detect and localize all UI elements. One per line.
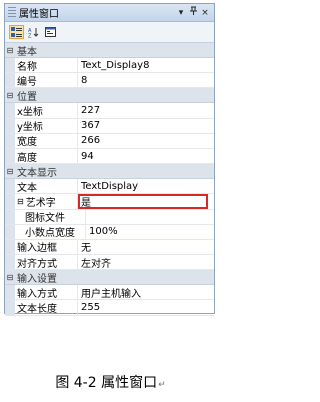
property-value[interactable]: Text_Display8 (78, 58, 214, 72)
category-position[interactable]: ⊟ 位置 (5, 88, 214, 104)
property-pages-icon[interactable] (43, 25, 58, 39)
property-name: y坐标 (15, 118, 78, 133)
title-bar[interactable]: 属性窗口 ▾ × (5, 4, 214, 22)
property-value[interactable]: TextDisplay (78, 179, 214, 193)
figure-caption: 图 4-2 属性窗口↵ (55, 375, 166, 391)
property-window: 属性窗口 ▾ × A Z ⊟ 基本 名称 Text_Display8 编号 8 … (4, 3, 215, 316)
property-name: x坐标 (15, 103, 78, 118)
property-name-art-text: ⊟ 艺术字 (15, 194, 78, 209)
property-value[interactable]: 266 (78, 134, 214, 148)
property-name: 对齐方式 (15, 255, 78, 270)
collapse-icon[interactable]: ⊟ (5, 46, 15, 55)
category-input-settings[interactable]: ⊟ 输入设置 (5, 270, 214, 286)
property-value[interactable]: 无 (78, 240, 214, 254)
property-name: 输入方式 (15, 285, 78, 300)
property-name: 文本长度 (15, 300, 78, 315)
property-row[interactable]: 宽度 266 (5, 133, 214, 149)
property-value[interactable]: 8 (78, 73, 214, 87)
property-row[interactable]: 输入边框 无 (5, 239, 214, 256)
collapse-icon[interactable]: ⊟ (5, 273, 15, 282)
property-row[interactable]: 对齐方式 左对齐 (5, 255, 214, 271)
property-name: 高度 (15, 148, 78, 164)
grip-icon[interactable] (8, 6, 16, 19)
category-text-display[interactable]: ⊟ 文本显示 (5, 164, 214, 180)
property-row[interactable]: 图标文件 (5, 209, 214, 225)
collapse-icon[interactable]: ⊟ (5, 91, 15, 100)
property-row[interactable]: x坐标 227 (5, 103, 214, 119)
property-name: 图标文件 (15, 209, 86, 224)
property-value[interactable]: 367 (78, 119, 214, 133)
toolbar: A Z (5, 22, 214, 43)
property-row[interactable]: y坐标 367 (5, 118, 214, 134)
property-value[interactable] (86, 210, 214, 224)
property-name: 输入边框 (15, 239, 78, 255)
close-icon[interactable]: × (199, 8, 211, 18)
property-row[interactable]: 输入方式 用户主机输入 (5, 285, 214, 301)
property-row[interactable]: ⊟ 艺术字 是 (5, 194, 214, 210)
property-name: 编号 (15, 73, 78, 88)
alphabetical-icon[interactable]: A Z (26, 25, 41, 39)
property-name: 小数点宽度 (15, 224, 86, 239)
property-row[interactable]: 小数点宽度 100% (5, 224, 214, 240)
svg-text:Z: Z (28, 33, 32, 38)
paragraph-mark: ↵ (158, 380, 166, 390)
dropdown-icon[interactable]: ▾ (175, 8, 187, 18)
property-row[interactable]: 编号 8 (5, 73, 214, 89)
property-value[interactable]: 255 (78, 300, 214, 314)
property-value[interactable]: 100% (86, 225, 214, 239)
categorized-icon[interactable] (9, 25, 24, 39)
property-row[interactable]: 名称 Text_Display8 (5, 58, 214, 74)
collapse-icon[interactable]: ⊟ (5, 167, 15, 176)
category-basic[interactable]: ⊟ 基本 (5, 43, 214, 58)
property-value[interactable]: 94 (78, 149, 214, 163)
property-row[interactable]: 文本 TextDisplay (5, 179, 214, 195)
art-text-value-selected[interactable]: 是 (78, 194, 208, 209)
property-name: 名称 (15, 58, 78, 73)
panel-title: 属性窗口 (19, 9, 59, 20)
property-value[interactable]: 227 (78, 103, 214, 117)
property-row[interactable]: 文本长度 255 (5, 300, 214, 316)
property-row[interactable]: 高度 94 (5, 148, 214, 165)
pin-icon[interactable] (187, 6, 199, 19)
property-grid: ⊟ 基本 名称 Text_Display8 编号 8 ⊟ 位置 x坐标 227 … (5, 43, 214, 316)
property-value[interactable]: 左对齐 (78, 255, 214, 270)
property-name: 宽度 (15, 133, 78, 148)
property-value[interactable]: 用户主机输入 (78, 285, 214, 300)
property-name: 文本 (15, 179, 78, 194)
collapse-icon[interactable]: ⊟ (17, 197, 24, 206)
